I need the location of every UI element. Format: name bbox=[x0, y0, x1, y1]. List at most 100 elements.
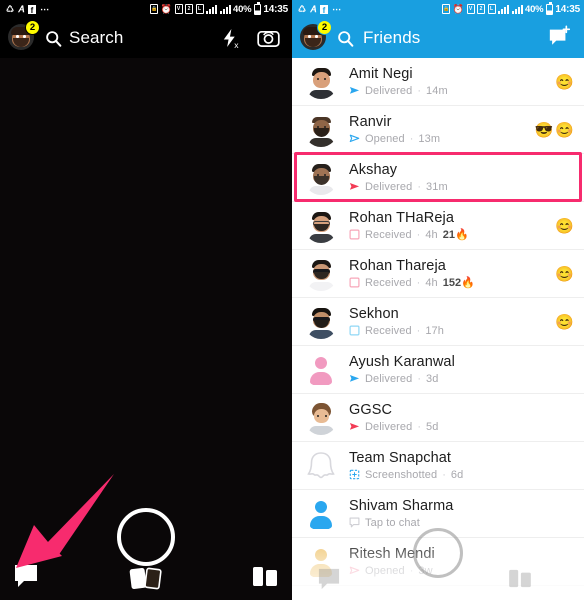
search-label: Search bbox=[69, 28, 124, 47]
status-label: Delivered bbox=[365, 372, 413, 385]
status-bar-right-icons: 🔒 ⏰ V 2 L 40% 14:35 bbox=[150, 2, 288, 15]
friend-info: Rohan THaReja Received · 4h 21 🔥 bbox=[349, 210, 549, 242]
friendship-emoji: 😊 bbox=[555, 217, 574, 235]
status-label: Delivered bbox=[365, 420, 413, 433]
friend-info: GGSC Delivered · 5d bbox=[349, 402, 574, 433]
bitmoji-avatar bbox=[304, 401, 338, 435]
separator-dot: · bbox=[417, 180, 422, 193]
page-title: Friends bbox=[363, 28, 421, 47]
friend-avatar bbox=[304, 352, 338, 387]
flash-off-icon[interactable]: x bbox=[220, 28, 239, 49]
timestamp: 13m bbox=[418, 132, 441, 145]
sync-icon: ♺ bbox=[6, 3, 15, 14]
more-icon: ⋯ bbox=[332, 3, 342, 14]
friend-row[interactable]: Sekhon Received · 17h 😊 bbox=[292, 298, 584, 346]
clock-time: 14:35 bbox=[263, 3, 288, 15]
separator-dot: · bbox=[417, 420, 422, 433]
friend-info: Amit Negi Delivered · 14m bbox=[349, 66, 549, 97]
friend-name: Shivam Sharma bbox=[349, 498, 454, 515]
sim-icon: 2 bbox=[477, 4, 485, 14]
profile-avatar[interactable]: 2 bbox=[300, 20, 332, 52]
fire-icon: 🔥 bbox=[455, 229, 469, 242]
chat-bubble-icon-overlay[interactable] bbox=[318, 568, 340, 590]
screenshot-comparison: ♺ 𝐴 f ⋯ 🔒 ⏰ V 2 L 40% 14:35 2 Search x ♺… bbox=[0, 0, 584, 600]
friend-status: Delivered · 31m bbox=[349, 181, 574, 193]
friend-status: Screenshotted · 6d bbox=[349, 469, 574, 481]
friend-row[interactable]: Rohan Thareja Received · 4h 152 🔥 😊 bbox=[292, 250, 584, 298]
friend-row[interactable]: Ayush Karanwal Delivered · 3d bbox=[292, 346, 584, 394]
friend-row[interactable]: Akshay Delivered · 31m bbox=[292, 154, 584, 202]
search-icon bbox=[46, 30, 62, 47]
new-chat-button[interactable] bbox=[548, 25, 571, 52]
status-label: Screenshotted bbox=[365, 468, 438, 481]
friendship-emoji: 😊 bbox=[555, 73, 574, 91]
timestamp: 14m bbox=[426, 84, 448, 97]
battery-icon bbox=[253, 2, 261, 15]
friend-status: Delivered · 3d bbox=[349, 373, 574, 385]
friendship-emoji: 😊 bbox=[555, 265, 574, 283]
friend-name: Rohan THaReja bbox=[349, 209, 455, 226]
status-delivered-icon bbox=[349, 183, 360, 191]
status-label: Opened bbox=[365, 564, 405, 577]
camera-flip-icon[interactable] bbox=[257, 28, 280, 49]
friend-info: Rohan Thareja Received · 4h 152 🔥 bbox=[349, 258, 549, 290]
friend-row[interactable]: Ranvir Opened · 13m 😎 😊 bbox=[292, 106, 584, 154]
friends-list[interactable]: Amit Negi Delivered · 14m 😊 Ranvir Opene… bbox=[292, 58, 584, 586]
friend-avatar bbox=[304, 400, 338, 435]
svg-text:f: f bbox=[31, 6, 34, 14]
ghost-icon bbox=[307, 451, 335, 478]
signal-icon bbox=[498, 4, 509, 14]
notification-badge: 2 bbox=[25, 20, 40, 35]
stories-icon-overlay[interactable] bbox=[508, 569, 532, 588]
friend-row[interactable]: Rohan THaReja Received · 4h 21 🔥 😊 bbox=[292, 202, 584, 250]
avatar-placeholder bbox=[304, 497, 338, 531]
lte-icon: L bbox=[195, 4, 204, 14]
friend-emojis: 😊 bbox=[549, 265, 574, 283]
bitmoji-avatar bbox=[304, 257, 338, 291]
status-label: Delivered bbox=[365, 180, 413, 193]
facebook-icon: f bbox=[28, 4, 37, 14]
search-button[interactable]: Search bbox=[45, 28, 123, 48]
profile-avatar[interactable]: 2 bbox=[8, 20, 40, 52]
memories-icon[interactable] bbox=[129, 566, 163, 590]
camera-viewfinder[interactable]: 2 Search x bbox=[0, 18, 292, 600]
friend-name: Rohan Thareja bbox=[349, 257, 446, 274]
svg-text:f: f bbox=[323, 6, 326, 14]
friend-info: Akshay Delivered · 31m bbox=[349, 162, 574, 193]
timestamp: 5d bbox=[426, 420, 439, 433]
friend-info: Sekhon Received · 17h bbox=[349, 306, 549, 337]
status-label: Tap to chat bbox=[365, 516, 420, 529]
friend-emojis: 😎 😊 bbox=[529, 121, 574, 139]
chat-bubble-icon[interactable] bbox=[14, 564, 38, 588]
friend-name: Team Snapchat bbox=[349, 450, 452, 467]
status-opened-icon bbox=[349, 134, 360, 143]
sim-icon: 2 bbox=[185, 4, 193, 14]
search-icon[interactable] bbox=[337, 30, 354, 47]
friend-name: Sekhon bbox=[349, 306, 399, 323]
status-delivered-icon bbox=[349, 375, 360, 383]
svg-text:x: x bbox=[234, 40, 239, 49]
stories-icon[interactable] bbox=[252, 566, 278, 587]
separator-dot: · bbox=[442, 468, 446, 481]
friend-row[interactable]: GGSC Delivered · 5d bbox=[292, 394, 584, 442]
annotation-arrow bbox=[16, 474, 114, 568]
separator-dot: · bbox=[409, 564, 414, 577]
shutter-button-overlay[interactable] bbox=[413, 528, 463, 578]
friend-status: Received · 4h 152 🔥 bbox=[349, 276, 549, 289]
friend-row[interactable]: Team Snapchat Screenshotted · 6d bbox=[292, 442, 584, 490]
status-received-icon bbox=[349, 277, 360, 288]
friend-status: Tap to chat bbox=[349, 517, 574, 529]
status-bar-left: ♺ 𝐴 f ⋯ 🔒 ⏰ V 2 L 40% 14:35 bbox=[0, 0, 292, 18]
shutter-button[interactable] bbox=[117, 508, 175, 566]
friend-row[interactable]: Amit Negi Delivered · 14m 😊 bbox=[292, 58, 584, 106]
bitmoji-avatar bbox=[304, 161, 338, 195]
friend-emojis: 😊 bbox=[549, 217, 574, 235]
status-bar-left-icons-2: ♺ 𝐴 f ⋯ bbox=[298, 3, 342, 14]
friend-status: Delivered · 5d bbox=[349, 421, 574, 433]
friend-name: Ranvir bbox=[349, 114, 392, 131]
avatar-placeholder bbox=[304, 353, 338, 387]
timestamp: 3d bbox=[426, 372, 439, 385]
status-bar-right: ♺ 𝐴 f ⋯ 🔒 ⏰ V 2 L 40% 14:35 bbox=[292, 0, 584, 18]
timestamp: 17h bbox=[425, 324, 444, 337]
friend-name: Amit Negi bbox=[349, 66, 413, 83]
